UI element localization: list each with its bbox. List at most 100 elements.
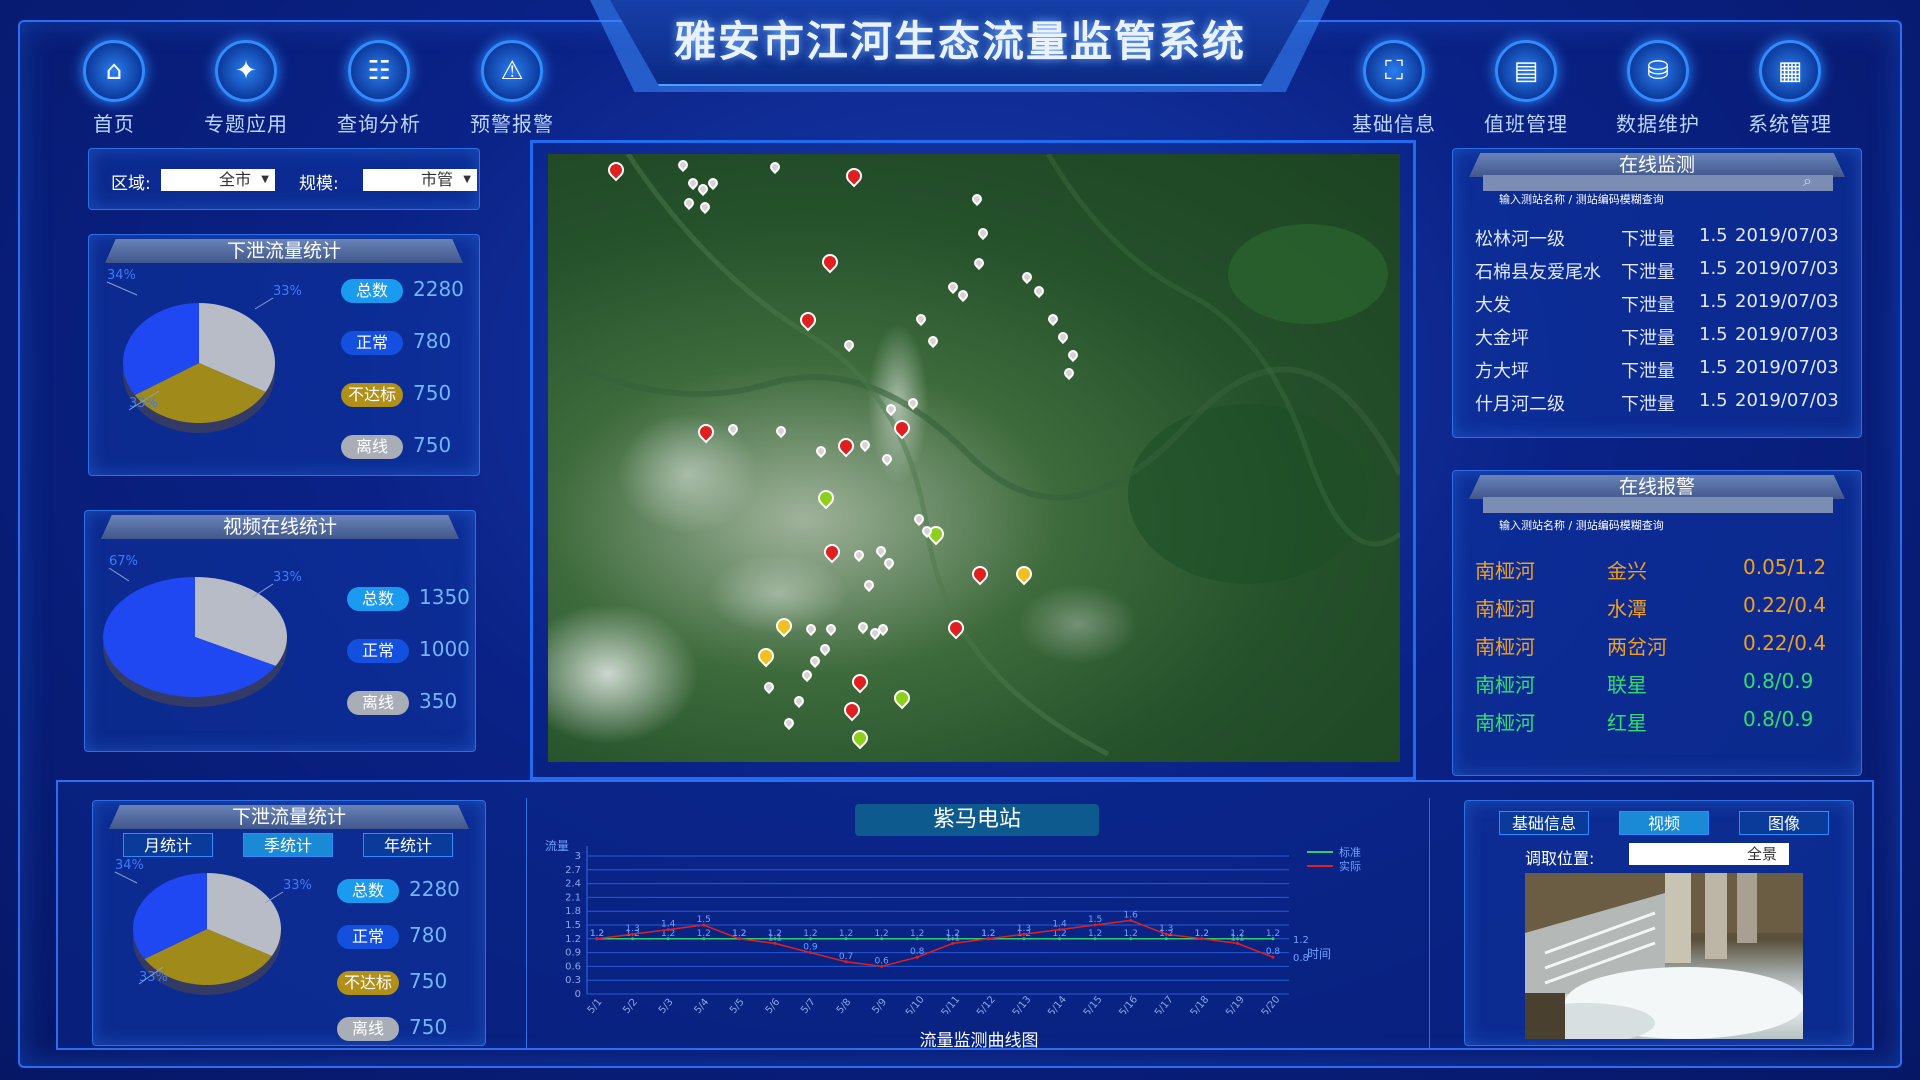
- stat-value: 1350: [419, 585, 470, 609]
- nav-alarm[interactable]: ⚠ 预警报警: [456, 40, 568, 136]
- data-label: 1.3: [625, 924, 639, 934]
- video-panel: 视频在线统计 67% 33% 总数 1350 正常 1000 离线 350: [84, 510, 476, 752]
- region-label: 区域:: [111, 174, 151, 194]
- nav-label: 系统管理: [1748, 112, 1832, 136]
- y-tick-label: 1.5: [565, 920, 581, 931]
- monitor-row[interactable]: 石棉县友爱尾水 下泄量 1.5 2019/07/03: [1475, 258, 1855, 288]
- alarm-value: 0.22/0.4: [1743, 593, 1827, 617]
- measure-date: 2019/07/03: [1735, 324, 1839, 345]
- data-label: 1.1: [1230, 933, 1244, 943]
- monitor-row[interactable]: 大金坪 下泄量 1.5 2019/07/03: [1475, 324, 1855, 354]
- pie-leader-line: [252, 583, 274, 598]
- satellite-map[interactable]: [548, 154, 1400, 762]
- data-label: 1.2: [874, 929, 888, 939]
- measure-date: 2019/07/03: [1735, 390, 1839, 411]
- x-tick-label: 5/10: [904, 994, 927, 1014]
- y-tick-label: 2.1: [565, 892, 581, 903]
- legend-label: 标准: [1339, 845, 1361, 859]
- alarm-row[interactable]: 南桠河 红星 0.8/0.9: [1475, 707, 1855, 737]
- stat-badge: 离线: [337, 1017, 399, 1041]
- stat-value: 780: [413, 329, 452, 353]
- x-tick-label: 5/11: [939, 994, 962, 1014]
- monitor-row[interactable]: 方大坪 下泄量 1.5 2019/07/03: [1475, 357, 1855, 387]
- position-select[interactable]: 全景: [1629, 843, 1789, 865]
- station-name: 松林河一级: [1475, 229, 1565, 250]
- alarm-row[interactable]: 南桠河 联星 0.8/0.9: [1475, 669, 1855, 699]
- tab-video[interactable]: 视频: [1619, 811, 1709, 835]
- tab-info[interactable]: 基础信息: [1499, 811, 1589, 835]
- stat-value: 2280: [409, 877, 460, 901]
- x-tick-label: 5/4: [692, 997, 711, 1014]
- alarm-title: 在线报警: [1469, 475, 1845, 499]
- y-tick-label: 3: [575, 851, 581, 862]
- alarm-value: 0.8/0.9: [1743, 669, 1814, 693]
- x-tick-label: 5/18: [1188, 994, 1211, 1014]
- data-label: 0.6: [874, 956, 889, 966]
- pie-percent-label: 33%: [273, 284, 302, 299]
- alarm-row[interactable]: 南桠河 水潭 0.22/0.4: [1475, 593, 1855, 623]
- bottom-discharge-title: 下泄流量统计: [109, 805, 469, 829]
- stat-value: 750: [409, 969, 448, 993]
- station-name: 大发: [1475, 295, 1511, 316]
- data-label: 1.4: [661, 920, 676, 930]
- chart-panel: 紫马电站 流量 时间 0 0.3 0.6 0.9 1.2 1.5 1.8 2.1 2.4 2.7 3 5/…: [526, 798, 1430, 1051]
- stat-value: 750: [413, 433, 452, 457]
- y-tick-label: 1.2: [565, 934, 581, 945]
- data-label: 1.3: [1159, 924, 1173, 934]
- x-tick-label: 5/13: [1011, 994, 1034, 1014]
- pie-leader-line: [106, 281, 138, 296]
- filter-panel: 区域: 全市 规模: 市管: [88, 148, 480, 210]
- nav-home[interactable]: ⌂ 首页: [58, 40, 170, 136]
- data-label: 1.2: [981, 929, 995, 939]
- pie-percent-label: 33%: [273, 570, 302, 585]
- region-select[interactable]: 全市: [161, 169, 275, 191]
- x-tick-label: 5/20: [1260, 994, 1283, 1014]
- x-tick-label: 5/19: [1224, 994, 1247, 1014]
- nav-database[interactable]: ⛁ 数据维护: [1602, 40, 1714, 136]
- tab-image[interactable]: 图像: [1739, 811, 1829, 835]
- nav-duty[interactable]: ▤ 值班管理: [1470, 40, 1582, 136]
- y-axis-label: 流量: [545, 839, 569, 853]
- monitor-row[interactable]: 大发 下泄量 1.5 2019/07/03: [1475, 291, 1855, 321]
- stat-badge: 总数: [347, 587, 409, 611]
- alarm-search-input[interactable]: [1483, 497, 1833, 513]
- tab-quarter[interactable]: 季统计: [243, 833, 333, 857]
- pie-percent-label: 34%: [115, 858, 144, 873]
- video-feed[interactable]: [1525, 873, 1803, 1039]
- stat-badge: 总数: [341, 279, 403, 303]
- measure-type: 下泄量: [1621, 328, 1675, 349]
- nav-label: 值班管理: [1484, 112, 1568, 136]
- tab-year[interactable]: 年统计: [363, 833, 453, 857]
- alarm-row[interactable]: 南桠河 两岔河 0.22/0.4: [1475, 631, 1855, 661]
- alarm-list: 南桠河 金兴 0.05/1.2 南桠河 水潭 0.22/0.4 南桠河 两岔河 0.22/0.4…: [1475, 555, 1855, 765]
- monitor-search-input[interactable]: [1483, 175, 1833, 191]
- data-label: 0.8: [910, 947, 925, 957]
- nav-query[interactable]: ☷ 查询分析: [323, 40, 435, 136]
- alarm-row[interactable]: 南桠河 金兴 0.05/1.2: [1475, 555, 1855, 585]
- x-tick-label: 5/17: [1153, 994, 1176, 1014]
- y-tick-label: 1.8: [565, 906, 581, 917]
- pie-percent-label: 33%: [283, 878, 312, 893]
- nav-label: 基础信息: [1352, 112, 1436, 136]
- nav-info[interactable]: ⛶ 基础信息: [1338, 40, 1450, 136]
- x-tick-label: 5/8: [835, 997, 854, 1014]
- data-label: 1.2: [697, 929, 711, 939]
- data-label: 1.2: [910, 929, 924, 939]
- nav-topic[interactable]: ✦ 专题应用: [190, 40, 302, 136]
- nav-label: 专题应用: [204, 112, 288, 136]
- data-label: 1.1: [946, 933, 960, 943]
- scale-select[interactable]: 市管: [363, 169, 477, 191]
- search-icon[interactable]: ⌕: [1803, 171, 1812, 191]
- measure-date: 2019/07/03: [1735, 225, 1839, 246]
- station-name: 大金坪: [1475, 328, 1529, 349]
- data-label: 1.2: [803, 929, 817, 939]
- tab-month[interactable]: 月统计: [123, 833, 213, 857]
- nav-system[interactable]: ▦ 系统管理: [1734, 40, 1846, 136]
- monitor-row[interactable]: 什月河二级 下泄量 1.5 2019/07/03: [1475, 390, 1855, 420]
- y-tick-label: 2.7: [565, 865, 581, 876]
- x-tick-label: 5/6: [764, 997, 783, 1014]
- nav-label: 预警报警: [470, 112, 554, 136]
- monitor-row[interactable]: 松林河一级 下泄量 1.5 2019/07/03: [1475, 225, 1855, 255]
- page-title: 雅安市江河生态流量监管系统: [673, 17, 1246, 66]
- discharge-title: 下泄流量统计: [105, 239, 463, 263]
